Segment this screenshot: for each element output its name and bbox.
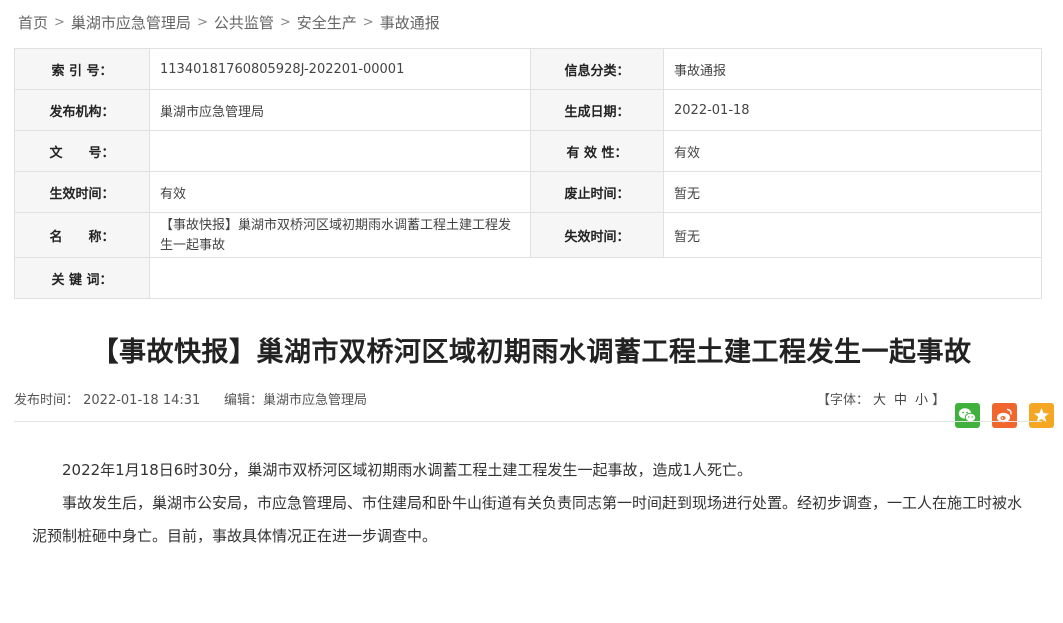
font-small-button[interactable]: 小 (915, 393, 928, 408)
document-metadata-table: 索 引 号： 11340181760805928J-202201-00001 信… (14, 48, 1042, 299)
generated-date-label: 生成日期： (530, 89, 664, 131)
breadcrumb-separator: > (54, 14, 65, 30)
article-info-bar: 发布时间： 2022-01-18 14:31 编辑：巢湖市应急管理局 【字体：大… (14, 389, 1042, 409)
article-content: 2022年1月18日6时30分，巢湖市双桥河区域初期雨水调蓄工程土建工程发生一起… (32, 454, 1030, 553)
index-value: 11340181760805928J-202201-00001 (149, 48, 531, 90)
category-value: 事故通报 (663, 48, 1042, 90)
favorite-button[interactable] (1029, 403, 1054, 428)
divider (14, 421, 1042, 422)
publisher-label: 发布机构： (14, 89, 150, 131)
font-size-prefix: 【字体： (817, 393, 870, 408)
document-number-value (149, 130, 531, 172)
expire-time-label: 失效时间： (530, 212, 664, 258)
article-title: 【事故快报】巢湖市双桥河区域初期雨水调蓄工程土建工程发生一起事故 (91, 337, 972, 368)
font-medium-button[interactable]: 中 (894, 393, 907, 408)
effective-time-label: 生效时间： (14, 171, 150, 213)
name-value: 【事故快报】巢湖市双桥河区域初期雨水调蓄工程土建工程发生一起事故 (149, 212, 531, 258)
breadcrumb-separator: > (196, 14, 208, 30)
name-label: 名 称： (14, 212, 150, 258)
publish-time: 发布时间： 2022-01-18 14:31 (14, 393, 201, 408)
breadcrumb: 首页 > 巢湖市应急管理局 > 公共监管 > 安全生产 > 事故通报 (18, 11, 440, 33)
share-wechat-button[interactable] (955, 403, 980, 428)
weibo-icon (997, 408, 1012, 423)
editor: 编辑：巢湖市应急管理局 (224, 393, 368, 408)
breadcrumb-safety-production[interactable]: 安全生产 (297, 12, 357, 33)
publisher-value: 巢湖市应急管理局 (149, 89, 531, 131)
effective-time-value: 有效 (149, 171, 531, 213)
breadcrumb-separator: > (279, 14, 291, 30)
breadcrumb-public-supervision[interactable]: 公共监管 (214, 12, 274, 33)
generated-date-value: 2022-01-18 (663, 89, 1042, 131)
share-weibo-button[interactable] (992, 403, 1017, 428)
validity-label: 有 效 性： (530, 130, 664, 172)
keywords-label: 关 键 词： (14, 257, 150, 299)
font-large-button[interactable]: 大 (873, 393, 886, 408)
expire-time-value: 暂无 (663, 212, 1042, 258)
star-icon (1034, 408, 1049, 422)
category-label: 信息分类： (530, 48, 664, 90)
breadcrumb-separator: > (362, 14, 374, 30)
breadcrumb-accident-report[interactable]: 事故通报 (380, 12, 440, 33)
index-label: 索 引 号： (14, 48, 150, 90)
abolish-time-label: 废止时间： (530, 171, 664, 213)
keywords-value (149, 257, 1042, 299)
font-size-suffix: 】 (932, 393, 946, 408)
breadcrumb-bureau[interactable]: 巢湖市应急管理局 (71, 12, 191, 33)
article-paragraph: 2022年1月18日6时30分，巢湖市双桥河区域初期雨水调蓄工程土建工程发生一起… (62, 461, 752, 479)
abolish-time-value: 暂无 (663, 171, 1042, 213)
article-paragraph: 事故发生后，巢湖市公安局，市应急管理局、市住建局和卧牛山街道有关负责同志第一时间… (32, 494, 1023, 545)
validity-value: 有效 (663, 130, 1042, 172)
font-size-switcher: 【字体：大中小】 (817, 389, 945, 408)
wechat-icon (958, 408, 977, 423)
breadcrumb-home[interactable]: 首页 (18, 12, 48, 33)
document-number-label: 文 号： (14, 130, 150, 172)
